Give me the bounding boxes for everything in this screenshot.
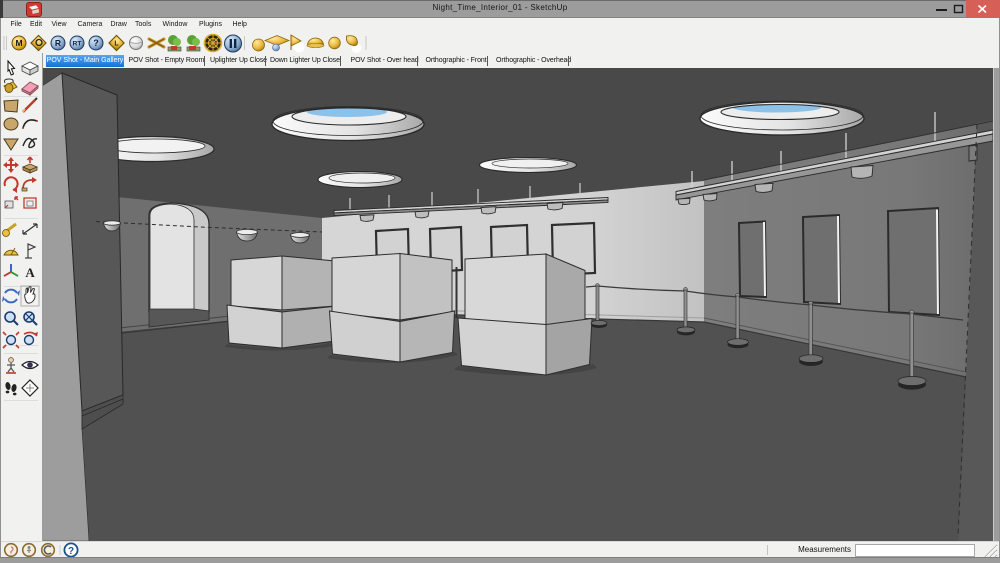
svg-text:?: ? [68, 546, 74, 557]
svg-text:R: R [55, 38, 61, 48]
svg-text:M: M [15, 38, 22, 48]
svg-text:L: L [114, 41, 119, 48]
svg-text:A: A [25, 265, 35, 280]
svg-text:?: ? [93, 38, 99, 48]
svg-text:RT: RT [73, 41, 82, 48]
